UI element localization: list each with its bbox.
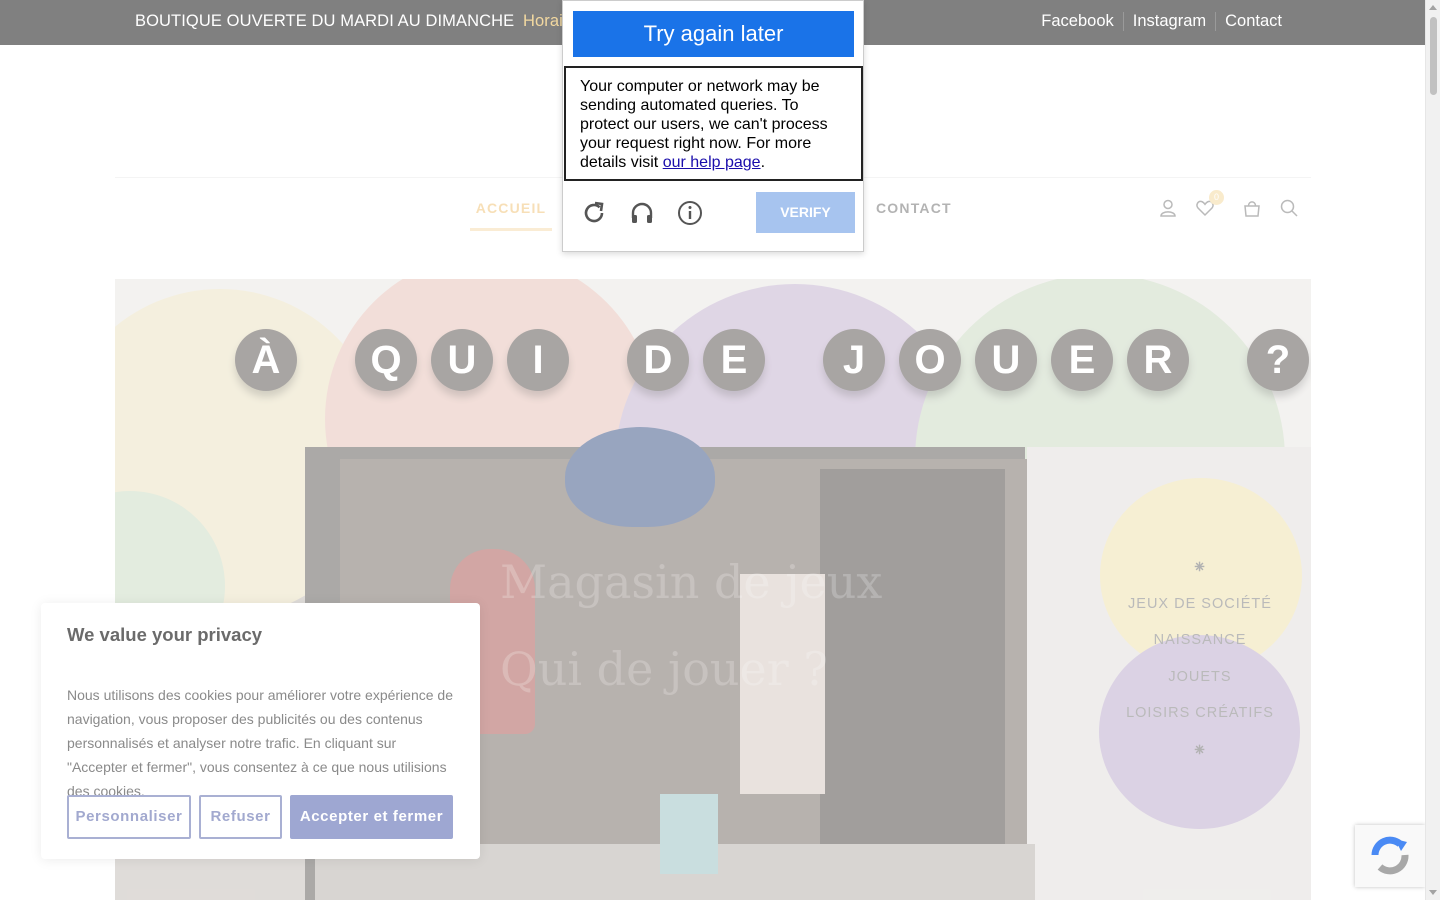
scrollbar-thumb[interactable]: [1430, 17, 1437, 95]
captcha-message: Your computer or network may be sending …: [564, 66, 863, 181]
scroll-up-arrow-icon[interactable]: [1429, 5, 1437, 10]
page-scrollbar[interactable]: [1425, 0, 1440, 900]
accept-button[interactable]: Accepter et fermer: [290, 795, 453, 839]
captcha-challenge: Try again later Your computer or network…: [562, 0, 864, 252]
refuse-button[interactable]: Refuser: [199, 795, 282, 839]
instagram-link[interactable]: Instagram: [1122, 12, 1215, 31]
cookie-consent-dialog: We value your privacy Nous utilisons des…: [41, 603, 480, 859]
facebook-link[interactable]: Facebook: [1032, 12, 1122, 31]
reload-icon[interactable]: [581, 200, 607, 226]
social-links: Facebook Instagram Contact: [1032, 12, 1291, 31]
contact-link[interactable]: Contact: [1215, 12, 1291, 31]
help-page-link[interactable]: our help page: [663, 154, 761, 171]
recaptcha-badge[interactable]: [1355, 825, 1425, 887]
info-icon[interactable]: [677, 200, 703, 226]
page: BOUTIQUE OUVERTE DU MARDI AU DIMANCHE Ho…: [0, 0, 1440, 900]
captcha-message-period: .: [760, 154, 766, 171]
captcha-title: Try again later: [573, 11, 854, 57]
verify-button[interactable]: VERIFY: [756, 192, 855, 233]
scroll-down-arrow-icon[interactable]: [1429, 890, 1437, 895]
announcement-text: BOUTIQUE OUVERTE DU MARDI AU DIMANCHE: [135, 12, 515, 30]
captcha-tools: [581, 200, 703, 226]
recaptcha-logo-icon: [1371, 836, 1409, 875]
customize-button[interactable]: Personnaliser: [67, 795, 191, 839]
headphones-audio-icon[interactable]: [629, 200, 655, 226]
announcement: BOUTIQUE OUVERTE DU MARDI AU DIMANCHE Ho…: [135, 12, 586, 31]
cookie-body: Nous utilisons des cookies pour améliore…: [67, 687, 453, 799]
cookie-title: We value your privacy: [67, 624, 263, 645]
